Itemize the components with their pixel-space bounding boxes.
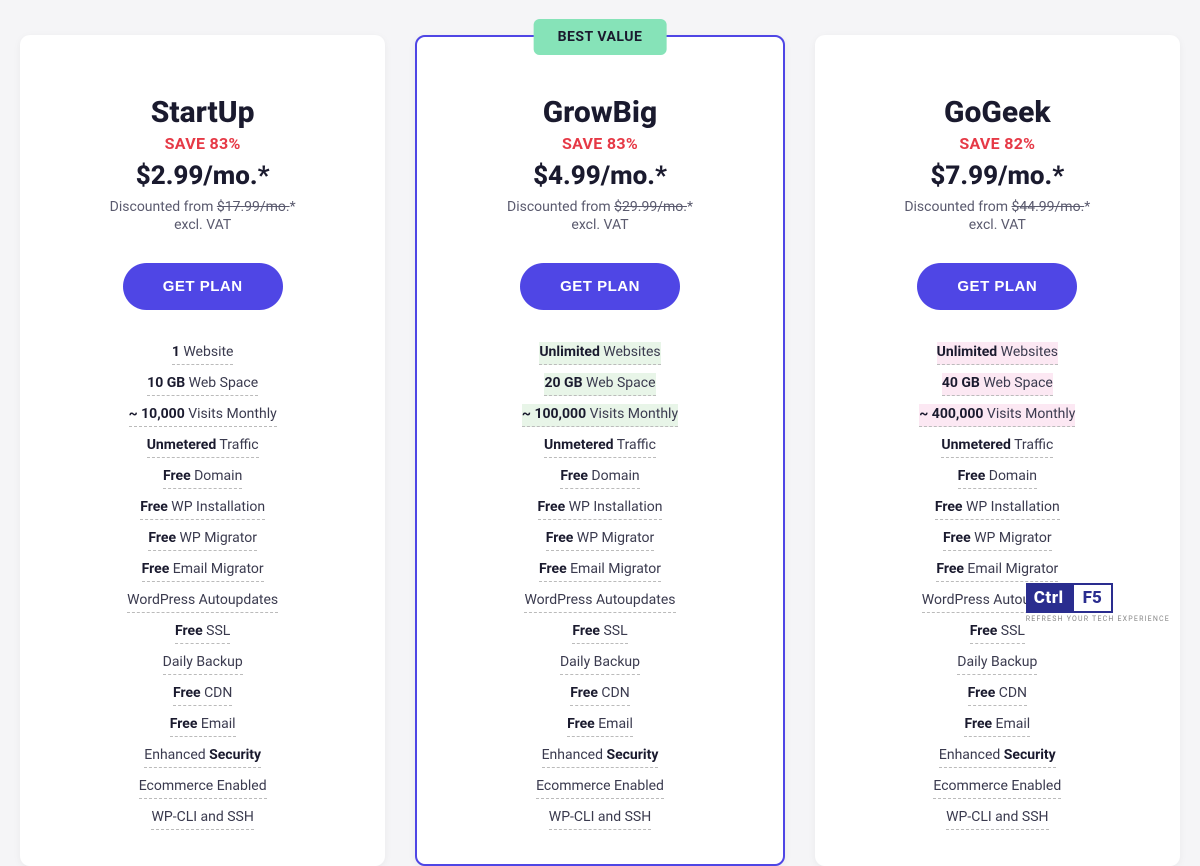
watermark-f5: F5 [1072, 583, 1113, 613]
feature-item: Daily Backup [447, 648, 752, 679]
get-plan-button[interactable]: GET PLAN [123, 263, 283, 310]
feature-item: ~ 10,000 Visits Monthly [50, 400, 355, 431]
feature-item: Free WP Installation [50, 493, 355, 524]
feature-item: 20 GB Web Space [447, 369, 752, 400]
feature-item: Enhanced Security [845, 741, 1150, 772]
feature-item: Daily Backup [845, 648, 1150, 679]
discount-line: Discounted from $17.99/mo.* [50, 199, 355, 215]
feature-item: Free Domain [845, 462, 1150, 493]
watermark-ctrl: Ctrl [1026, 583, 1072, 613]
feature-item: Free Email Migrator [50, 555, 355, 586]
price: $4.99/mo.* [447, 161, 752, 191]
feature-item: Free CDN [447, 679, 752, 710]
feature-item: Enhanced Security [50, 741, 355, 772]
get-plan-button[interactable]: GET PLAN [917, 263, 1077, 310]
feature-item: ~ 400,000 Visits Monthly [845, 400, 1150, 431]
vat-label: excl. VAT [50, 217, 355, 233]
discount-line: Discounted from $44.99/mo.* [845, 199, 1150, 215]
feature-item: 40 GB Web Space [845, 369, 1150, 400]
feature-item: 10 GB Web Space [50, 369, 355, 400]
feature-item: WordPress Autoupdates [447, 586, 752, 617]
plan-card-startup: StartUp SAVE 83% $2.99/mo.* Discounted from… [20, 35, 385, 866]
feature-item: ~ 100,000 Visits Monthly [447, 400, 752, 431]
plan-card-gogeek: GoGeek SAVE 82% $7.99/mo.* Discounted from … [815, 35, 1180, 866]
price: $2.99/mo.* [50, 161, 355, 191]
feature-item: Free SSL [50, 617, 355, 648]
get-plan-button[interactable]: GET PLAN [520, 263, 680, 310]
feature-item: WordPress Autoupdates [50, 586, 355, 617]
save-label: SAVE 83% [447, 134, 752, 153]
plan-name: StartUp [50, 95, 355, 130]
feature-item: Free Email Migrator [447, 555, 752, 586]
feature-item: Ecommerce Enabled [845, 772, 1150, 803]
feature-item: Unmetered Traffic [447, 431, 752, 462]
watermark: Ctrl F5 REFRESH YOUR TECH EXPERIENCE [1026, 583, 1170, 623]
watermark-tagline: REFRESH YOUR TECH EXPERIENCE [1026, 615, 1170, 623]
plan-card-growbig: BEST VALUEGrowBigSAVE 83%$4.99/mo.*Disco… [415, 35, 784, 866]
feature-item: Free Email Migrator [845, 555, 1150, 586]
feature-item: Free WP Migrator [50, 524, 355, 555]
plan-name: GrowBig [447, 95, 752, 130]
feature-item: Unmetered Traffic [845, 431, 1150, 462]
feature-item: Unlimited Websites [447, 338, 752, 369]
feature-item: Free SSL [447, 617, 752, 648]
save-label: SAVE 82% [845, 134, 1150, 153]
feature-item: Free WP Installation [447, 493, 752, 524]
feature-item: Daily Backup [50, 648, 355, 679]
feature-item: Enhanced Security [447, 741, 752, 772]
feature-item: Unlimited Websites [845, 338, 1150, 369]
feature-item: Free Email [447, 710, 752, 741]
feature-item: Free WP Migrator [845, 524, 1150, 555]
feature-item: Ecommerce Enabled [50, 772, 355, 803]
discount-line: Discounted from $29.99/mo.* [447, 199, 752, 215]
save-label: SAVE 83% [50, 134, 355, 153]
feature-item: Free Email [845, 710, 1150, 741]
feature-item: Ecommerce Enabled [447, 772, 752, 803]
plan-name: GoGeek [845, 95, 1150, 130]
feature-item: Free Domain [447, 462, 752, 493]
feature-item: Free Email [50, 710, 355, 741]
feature-item: Free CDN [50, 679, 355, 710]
vat-label: excl. VAT [447, 217, 752, 233]
feature-item: Free WP Migrator [447, 524, 752, 555]
feature-item: WP-CLI and SSH [50, 803, 355, 834]
best-value-badge: BEST VALUE [534, 19, 667, 55]
feature-list: Unlimited Websites20 GB Web Space~ 100,0… [447, 338, 752, 834]
feature-item: Unmetered Traffic [50, 431, 355, 462]
feature-item: WP-CLI and SSH [845, 803, 1150, 834]
feature-item: Free Domain [50, 462, 355, 493]
price: $7.99/mo.* [845, 161, 1150, 191]
feature-item: Free WP Installation [845, 493, 1150, 524]
vat-label: excl. VAT [845, 217, 1150, 233]
feature-list: 1 Website10 GB Web Space~ 10,000 Visits … [50, 338, 355, 834]
feature-item: 1 Website [50, 338, 355, 369]
feature-item: WP-CLI and SSH [447, 803, 752, 834]
feature-item: Free CDN [845, 679, 1150, 710]
pricing-grid: StartUp SAVE 83% $2.99/mo.* Discounted from… [20, 35, 1180, 866]
